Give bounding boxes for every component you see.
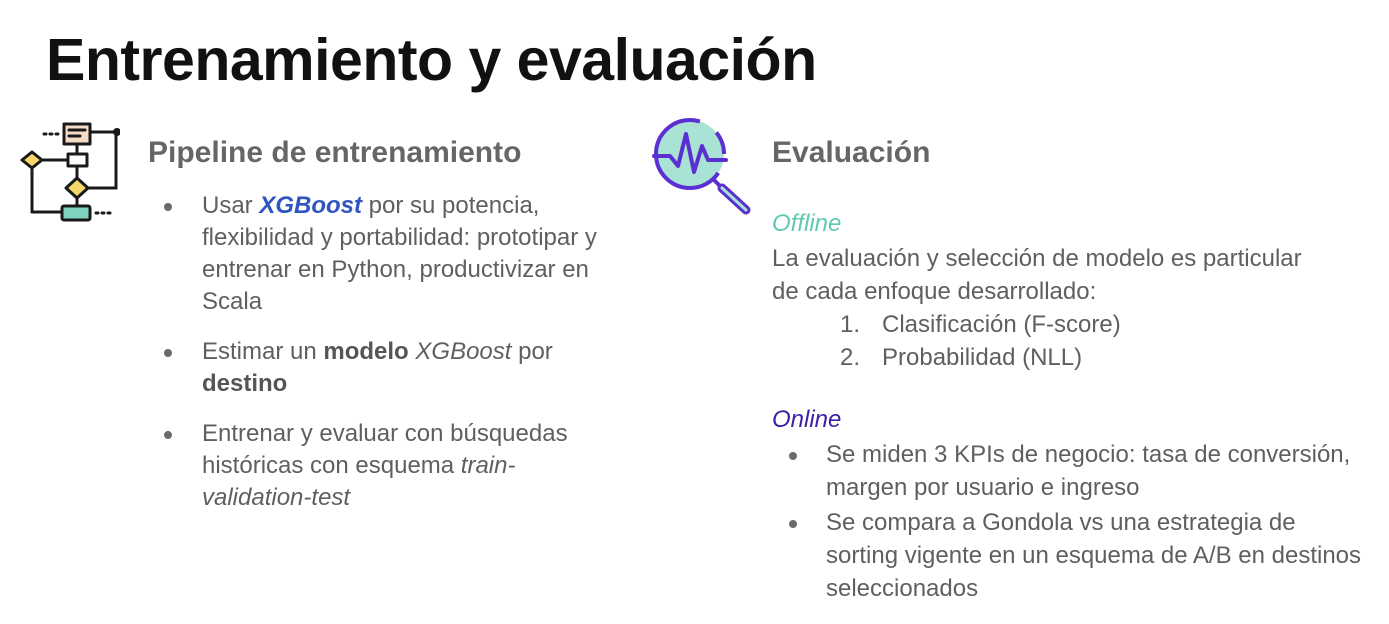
list-item: Se compara a Gondola vs una estrategia d… bbox=[789, 506, 1371, 605]
italic-text: XGBoost bbox=[415, 338, 512, 365]
magnifier-waveform-icon bbox=[652, 118, 751, 215]
list-number: 1. bbox=[840, 311, 861, 338]
list-item: Entrenar y evaluar con búsquedas históri… bbox=[164, 418, 622, 514]
bullet-text: por bbox=[511, 338, 553, 365]
pipeline-heading: Pipeline de entrenamiento bbox=[148, 136, 522, 169]
offline-label: Offline bbox=[772, 210, 842, 237]
online-bullet-list: Se miden 3 KPIs de negocio: tasa de conv… bbox=[789, 438, 1371, 607]
bold-text: destino bbox=[202, 370, 288, 397]
offline-metric-list: 1. Clasificación (F-score) 2. Probabilidad… bbox=[840, 308, 1121, 374]
online-label: Online bbox=[772, 406, 842, 433]
bold-text: modelo bbox=[323, 338, 409, 365]
slide-title: Entrenamiento y evaluación bbox=[46, 27, 817, 93]
list-number: 2. bbox=[840, 344, 861, 371]
bullet-text: Usar bbox=[202, 192, 260, 219]
list-text: Clasificación (F-score) bbox=[882, 311, 1121, 338]
list-item: 1. Clasificación (F-score) bbox=[840, 308, 1121, 341]
bullet-dot bbox=[164, 431, 172, 439]
bullet-dot bbox=[789, 520, 797, 528]
list-item: 2. Probabilidad (NLL) bbox=[840, 341, 1121, 374]
list-text: Probabilidad (NLL) bbox=[882, 344, 1083, 371]
list-item: Usar XGBoost por su potencia, flexibilid… bbox=[164, 190, 622, 318]
list-item: Se miden 3 KPIs de negocio: tasa de conv… bbox=[789, 438, 1371, 504]
flowchart-icon bbox=[20, 122, 120, 222]
bullet-dot bbox=[164, 203, 172, 211]
bullet-dot bbox=[789, 452, 797, 460]
offline-description: La evaluación y selección de modelo es p… bbox=[772, 245, 1302, 305]
evaluation-heading: Evaluación bbox=[772, 136, 931, 169]
slide: Entrenamiento y evaluación Pipeline de e… bbox=[0, 0, 1389, 624]
bullet-text: Estimar un bbox=[202, 338, 324, 365]
xgboost-highlight: XGBoost bbox=[259, 192, 363, 219]
list-item: Estimar un modelo XGBoost por destino bbox=[164, 336, 622, 400]
pipeline-bullet-list: Usar XGBoost por su potencia, flexibilid… bbox=[164, 190, 622, 532]
bullet-text: Se compara a Gondola vs una estrategia d… bbox=[826, 509, 1362, 602]
bullet-dot bbox=[164, 349, 172, 357]
bullet-text: Se miden 3 KPIs de negocio: tasa de conv… bbox=[826, 441, 1351, 501]
